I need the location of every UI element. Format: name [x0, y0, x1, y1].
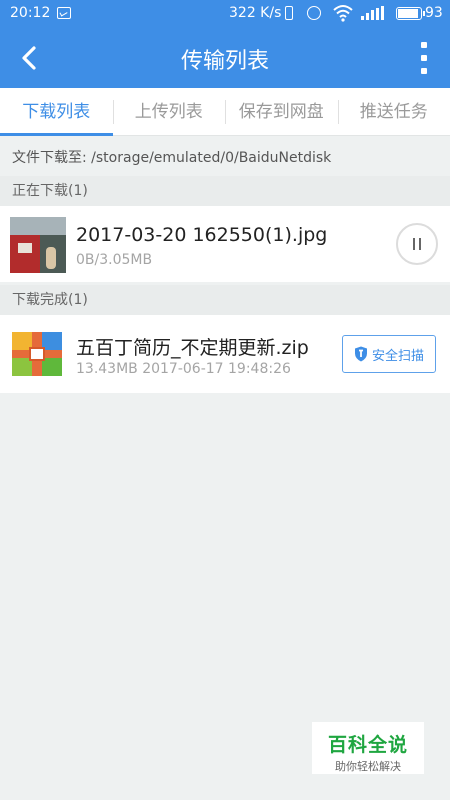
list-item[interactable]: 五百丁简历_不定期更新.zip 13.43MB 2017-06-17 19:48… — [0, 315, 450, 393]
watermark-logo: 百科全说 助你轻松解决 — [312, 722, 424, 774]
tab-upload-list[interactable]: 上传列表 — [112, 88, 226, 135]
more-vertical-icon[interactable] — [414, 42, 434, 74]
shield-icon — [354, 346, 367, 362]
file-name: 五百丁简历_不定期更新.zip — [76, 337, 309, 359]
download-path: 文件下载至: /storage/emulated/0/BaiduNetdisk — [0, 142, 450, 174]
watermark-subtitle: 助你轻松解决 — [335, 760, 401, 773]
list-item[interactable]: 2017-03-20 162550(1).jpg 0B/3.05MB — [0, 206, 450, 282]
tab-push-tasks[interactable]: 推送任务 — [337, 88, 450, 135]
alarm-icon — [307, 6, 321, 20]
tab-download-list[interactable]: 下载列表 — [0, 88, 113, 136]
tab-save-to-cloud[interactable]: 保存到网盘 — [225, 88, 338, 135]
download-progress: 0B/3.05MB — [76, 252, 153, 268]
signal-icon — [361, 6, 384, 20]
zip-file-icon — [12, 332, 62, 376]
battery-level: 93 — [425, 5, 443, 21]
status-bar: 20:12 322 K/s 93 — [0, 0, 450, 28]
battery-icon — [396, 7, 425, 20]
wifi-icon — [333, 5, 353, 22]
security-scan-label: 安全扫描 — [371, 348, 424, 364]
tab-bar: 下载列表 上传列表 保存到网盘 推送任务 — [0, 88, 450, 136]
file-meta: 13.43MB 2017-06-17 19:48:26 — [76, 361, 291, 377]
image-thumbnail — [10, 217, 66, 273]
file-name: 2017-03-20 162550(1).jpg — [76, 224, 328, 246]
security-scan-button[interactable]: 安全扫描 — [342, 335, 436, 373]
pause-icon[interactable] — [396, 223, 438, 265]
network-speed: 322 K/s — [229, 5, 282, 21]
message-icon — [57, 7, 71, 19]
section-header-completed: 下载完成(1) — [0, 285, 450, 315]
page-title: 传输列表 — [180, 49, 269, 74]
title-bar: 传输列表 — [0, 28, 450, 88]
vibrate-icon — [285, 6, 293, 20]
section-header-downloading: 正在下载(1) — [0, 176, 450, 206]
status-time: 20:12 — [10, 5, 51, 21]
watermark-title: 百科全说 — [327, 734, 408, 756]
